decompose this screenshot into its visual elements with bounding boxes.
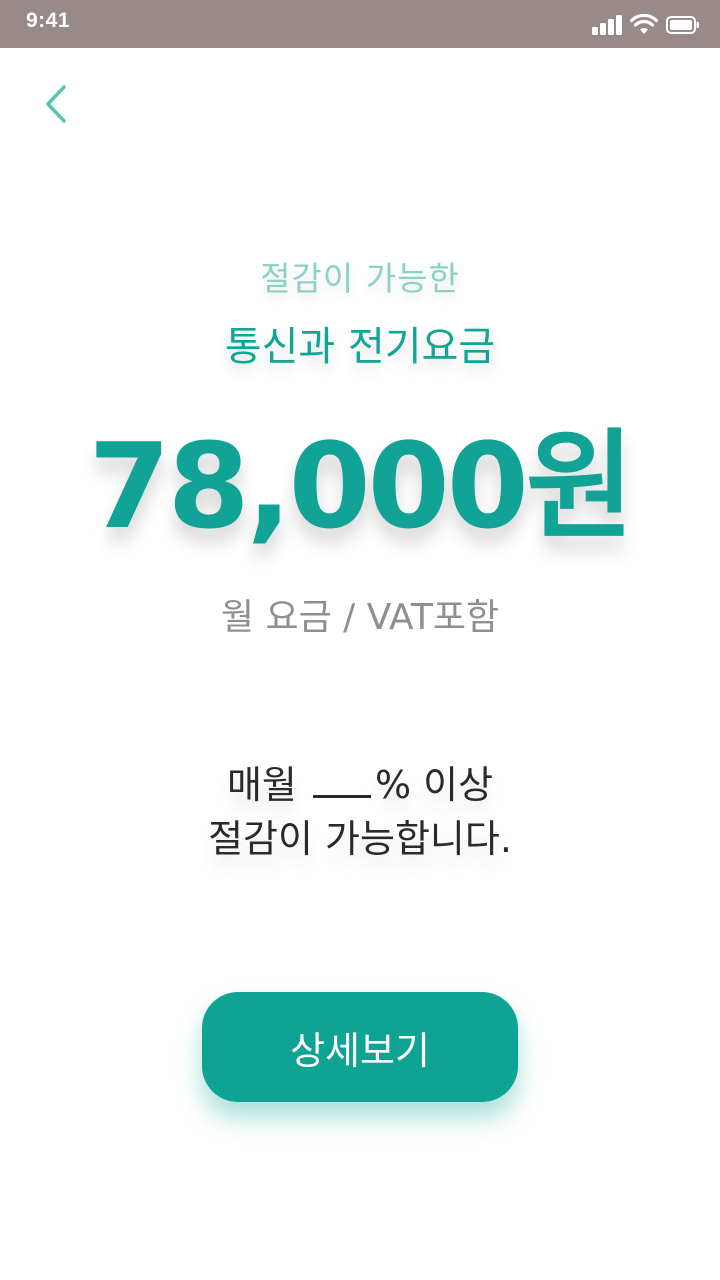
saving-suffix: % 이상 xyxy=(374,763,494,807)
chevron-left-icon xyxy=(46,85,66,123)
saving-line-1: 매월 % 이상 xyxy=(0,758,720,812)
back-button[interactable] xyxy=(36,82,76,126)
wifi-icon xyxy=(630,14,658,34)
status-bar: 9:41 xyxy=(0,0,720,48)
battery-icon xyxy=(666,16,699,34)
saving-line-2: 절감이 가능합니다. xyxy=(208,817,512,861)
status-icons xyxy=(592,14,700,36)
detail-button[interactable]: 상세보기 xyxy=(202,992,518,1102)
status-time: 9:41 xyxy=(26,9,71,32)
saving-text: 매월 % 이상 절감이 가능합니다. xyxy=(0,758,720,866)
hero-subtitle: 절감이 가능한 xyxy=(260,259,460,298)
hero-title: 통신과 전기요금 xyxy=(224,324,496,370)
signal-icon xyxy=(592,15,622,35)
monthly-price: 78,000원 xyxy=(88,417,635,555)
saving-prefix: 매월 xyxy=(226,763,297,807)
percent-blank xyxy=(312,789,371,798)
price-note: 월 요금 / VAT포함 xyxy=(220,597,500,638)
